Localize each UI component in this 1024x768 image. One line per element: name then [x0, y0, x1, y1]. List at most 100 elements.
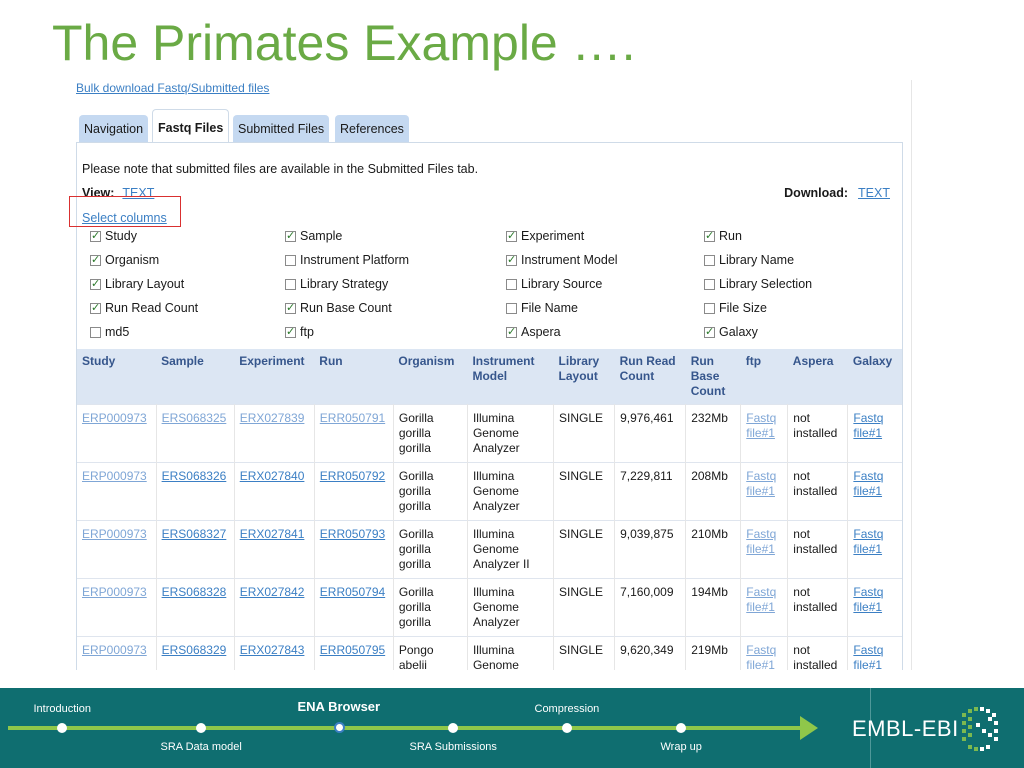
ftp-link[interactable]: Fastq file#1 — [746, 643, 776, 670]
column-header[interactable]: Run Read Count — [614, 349, 686, 405]
run-link[interactable]: ERR050795 — [320, 643, 385, 657]
checkbox-unchecked-icon[interactable] — [285, 278, 296, 290]
download-text-link[interactable]: TEXT — [858, 186, 890, 200]
nav-label[interactable]: ENA Browser — [298, 699, 381, 714]
run-link[interactable]: ERR050794 — [320, 585, 385, 599]
column-header[interactable]: Study — [77, 349, 157, 405]
column-option[interactable]: Run Base Count — [285, 301, 392, 315]
checkbox-checked-icon[interactable] — [506, 325, 517, 338]
experiment-link[interactable]: ERX027840 — [240, 469, 305, 483]
experiment-link[interactable]: ERX027841 — [240, 527, 305, 541]
checkbox-unchecked-icon[interactable] — [704, 254, 715, 266]
checkbox-unchecked-icon[interactable] — [506, 302, 517, 314]
column-option[interactable]: Library Selection — [704, 277, 812, 291]
checkbox-checked-icon[interactable] — [90, 277, 101, 290]
checkbox-unchecked-icon[interactable] — [506, 278, 517, 290]
checkbox-checked-icon[interactable] — [285, 301, 296, 314]
column-option[interactable]: File Name — [506, 301, 578, 315]
column-header[interactable]: Experiment — [234, 349, 315, 405]
column-option[interactable]: Library Strategy — [285, 277, 388, 291]
column-option[interactable]: Study — [90, 229, 137, 243]
nav-label[interactable]: Wrap up — [661, 741, 702, 753]
sample-link[interactable]: ERS068328 — [162, 585, 227, 599]
column-option[interactable]: Library Name — [704, 253, 794, 267]
column-option[interactable]: Organism — [90, 253, 159, 267]
column-option[interactable]: Sample — [285, 229, 342, 243]
tab-fastq-files[interactable]: Fastq Files — [152, 109, 230, 142]
checkbox-checked-icon[interactable] — [90, 253, 101, 266]
column-option[interactable]: md5 — [90, 325, 129, 339]
checkbox-checked-icon[interactable] — [704, 325, 715, 338]
column-option[interactable]: Experiment — [506, 229, 584, 243]
run-link[interactable]: ERR050793 — [320, 527, 385, 541]
checkbox-checked-icon[interactable] — [90, 229, 101, 242]
galaxy-link[interactable]: Fastq file#1 — [853, 585, 883, 614]
study-link[interactable]: ERP000973 — [82, 643, 147, 657]
column-header[interactable]: Organism — [393, 349, 468, 405]
nav-label[interactable]: Introduction — [34, 703, 91, 715]
experiment-link[interactable]: ERX027843 — [240, 643, 305, 657]
checkbox-checked-icon[interactable] — [90, 301, 101, 314]
checkbox-checked-icon[interactable] — [704, 229, 715, 242]
nav-dot[interactable] — [562, 723, 572, 733]
nav-dot[interactable] — [57, 723, 67, 733]
experiment-link[interactable]: ERX027839 — [240, 411, 305, 425]
column-option[interactable]: Library Layout — [90, 277, 184, 291]
column-option[interactable]: File Size — [704, 301, 767, 315]
column-header[interactable]: Galaxy — [847, 349, 902, 405]
column-option[interactable]: Run — [704, 229, 742, 243]
sample-link[interactable]: ERS068329 — [162, 643, 227, 657]
checkbox-unchecked-icon[interactable] — [90, 326, 101, 338]
nav-dot[interactable] — [448, 723, 458, 733]
checkbox-unchecked-icon[interactable] — [285, 254, 296, 266]
column-option[interactable]: Instrument Model — [506, 253, 618, 267]
column-header[interactable]: Run — [314, 349, 394, 405]
sample-link[interactable]: ERS068326 — [162, 469, 227, 483]
checkbox-checked-icon[interactable] — [506, 253, 517, 266]
nav-label[interactable]: SRA Data model — [161, 741, 242, 753]
ftp-link[interactable]: Fastq file#1 — [746, 469, 776, 498]
column-header[interactable]: Sample — [156, 349, 235, 405]
ftp-link[interactable]: Fastq file#1 — [746, 585, 776, 614]
experiment-link[interactable]: ERX027842 — [240, 585, 305, 599]
sample-link[interactable]: ERS068325 — [162, 411, 227, 425]
column-option[interactable]: Aspera — [506, 325, 561, 339]
column-header[interactable]: Library Layout — [553, 349, 615, 405]
tab-navigation[interactable]: Navigation — [79, 115, 149, 142]
study-link[interactable]: ERP000973 — [82, 469, 147, 483]
bulk-download-link[interactable]: Bulk download Fastq/Submitted files — [76, 81, 269, 95]
checkbox-unchecked-icon[interactable] — [704, 302, 715, 314]
select-columns-link[interactable]: Select columns — [82, 211, 167, 225]
checkbox-checked-icon[interactable] — [285, 229, 296, 242]
column-option[interactable]: Run Read Count — [90, 301, 198, 315]
ftp-link[interactable]: Fastq file#1 — [746, 527, 776, 556]
column-header[interactable]: Instrument Model — [467, 349, 554, 405]
galaxy-link[interactable]: Fastq file#1 — [853, 411, 883, 440]
column-header[interactable]: Run Base Count — [685, 349, 741, 405]
study-link[interactable]: ERP000973 — [82, 527, 147, 541]
column-option[interactable]: Library Source — [506, 277, 602, 291]
nav-dot[interactable] — [676, 723, 686, 733]
sample-link[interactable]: ERS068327 — [162, 527, 227, 541]
column-option[interactable]: Galaxy — [704, 325, 758, 339]
nav-label[interactable]: Compression — [535, 703, 600, 715]
tab-submitted-files[interactable]: Submitted Files — [233, 115, 330, 142]
checkbox-checked-icon[interactable] — [285, 325, 296, 338]
column-header[interactable]: ftp — [740, 349, 788, 405]
galaxy-link[interactable]: Fastq file#1 — [853, 527, 883, 556]
checkbox-unchecked-icon[interactable] — [704, 278, 715, 290]
ftp-link[interactable]: Fastq file#1 — [746, 411, 776, 440]
nav-dot[interactable] — [196, 723, 206, 733]
study-link[interactable]: ERP000973 — [82, 411, 147, 425]
tab-references[interactable]: References — [335, 115, 409, 142]
galaxy-link[interactable]: Fastq file#1 — [853, 643, 883, 670]
column-header[interactable]: Aspera — [787, 349, 848, 405]
galaxy-link[interactable]: Fastq file#1 — [853, 469, 883, 498]
run-link[interactable]: ERR050791 — [320, 411, 385, 425]
run-link[interactable]: ERR050792 — [320, 469, 385, 483]
nav-label[interactable]: SRA Submissions — [410, 741, 497, 753]
study-link[interactable]: ERP000973 — [82, 585, 147, 599]
column-option[interactable]: Instrument Platform — [285, 253, 409, 267]
column-option[interactable]: ftp — [285, 325, 314, 339]
checkbox-checked-icon[interactable] — [506, 229, 517, 242]
